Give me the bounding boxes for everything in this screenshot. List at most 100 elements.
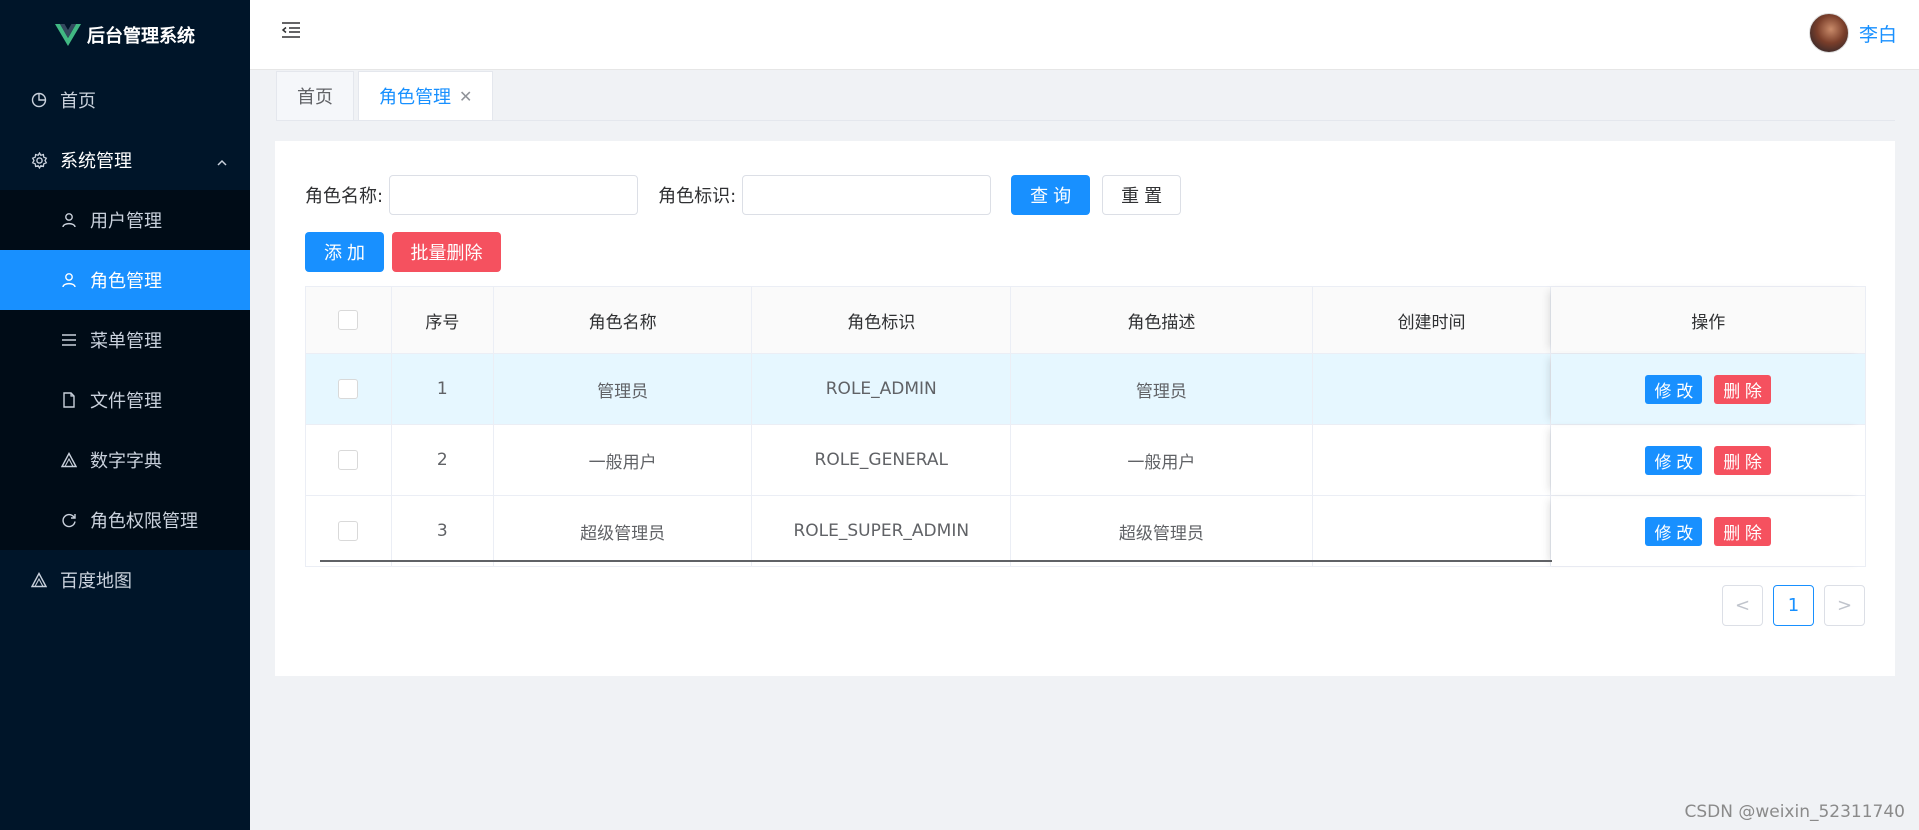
next-page-button[interactable]: > xyxy=(1824,585,1865,626)
user-icon xyxy=(60,211,78,229)
sidebar-item-files[interactable]: 文件管理 xyxy=(0,370,250,430)
add-button[interactable]: 添 加 xyxy=(305,232,384,272)
row-select-cell xyxy=(306,354,392,424)
fold-menu-icon[interactable] xyxy=(280,19,302,41)
column-header: 操作 xyxy=(1551,287,1865,353)
edit-button[interactable]: 修 改 xyxy=(1645,445,1703,475)
table-header-row: 序号 角色名称 角色标识 角色描述 创建时间 操作 xyxy=(306,287,1865,354)
search-form: 角色名称: 角色标识: 查 询 重 置 xyxy=(305,175,1182,215)
sidebar: 后台管理系统 首页 系统管理 用户管理 角色管理 菜单管理 文件管理 数字字典 … xyxy=(0,0,250,830)
vue-logo-icon xyxy=(55,24,81,46)
sidebar-item-label: 用户管理 xyxy=(90,211,162,232)
pie-chart-icon xyxy=(30,91,48,109)
cell-index: 2 xyxy=(392,425,494,495)
tab-home[interactable]: 首页 xyxy=(276,71,354,120)
column-header: 序号 xyxy=(391,287,494,353)
reset-button[interactable]: 重 置 xyxy=(1102,175,1182,215)
sidebar-item-system[interactable]: 系统管理 xyxy=(0,130,250,190)
user-menu[interactable]: 李白 xyxy=(1808,13,1897,53)
table-row[interactable]: 3 超级管理员 ROLE_SUPER_ADMIN 超级管理员 修 改 删 除 xyxy=(306,496,1865,566)
role-key-label: 角色标识: xyxy=(658,186,737,207)
refresh-icon xyxy=(60,511,78,529)
table-row[interactable]: 2 一般用户 ROLE_GENERAL 一般用户 修 改 删 除 xyxy=(306,425,1865,496)
sidebar-item-home[interactable]: 首页 xyxy=(0,70,250,130)
tab-label: 首页 xyxy=(297,87,333,108)
cell-role-desc: 超级管理员 xyxy=(1011,496,1313,566)
cell-actions: 修 改 删 除 xyxy=(1551,425,1865,495)
avatar[interactable] xyxy=(1808,13,1849,53)
cell-actions: 修 改 删 除 xyxy=(1551,496,1865,566)
app-title: 后台管理系统 xyxy=(87,26,195,47)
column-header: 角色描述 xyxy=(1011,287,1313,353)
sidebar-item-label: 系统管理 xyxy=(60,151,132,172)
sidebar-item-label: 菜单管理 xyxy=(90,331,162,352)
cell-created-time xyxy=(1312,354,1552,424)
username[interactable]: 李白 xyxy=(1859,20,1897,47)
select-all-cell xyxy=(306,287,392,353)
user-icon xyxy=(60,271,78,289)
role-name-label: 角色名称: xyxy=(305,186,384,207)
sidebar-item-label: 首页 xyxy=(60,91,96,112)
prev-page-button[interactable]: < xyxy=(1722,585,1763,626)
cell-role-name: 一般用户 xyxy=(494,425,753,495)
table-row[interactable]: 1 管理员 ROLE_ADMIN 管理员 修 改 删 除 xyxy=(306,354,1865,425)
cell-index: 1 xyxy=(391,354,494,424)
sidebar-item-label: 角色管理 xyxy=(90,271,162,292)
sidebar-item-role-permissions[interactable]: 角色权限管理 xyxy=(0,490,250,550)
page-number[interactable]: 1 xyxy=(1773,585,1814,626)
triangle-icon xyxy=(60,451,78,469)
row-checkbox[interactable] xyxy=(338,450,359,470)
chevron-up-icon xyxy=(216,153,228,174)
sidebar-item-baidu-map[interactable]: 百度地图 xyxy=(0,550,250,610)
sidebar-item-label: 百度地图 xyxy=(60,571,132,592)
cell-role-key: ROLE_GENERAL xyxy=(752,425,1012,495)
sidebar-item-label: 数字字典 xyxy=(90,451,162,472)
column-header: 角色名称 xyxy=(493,287,753,353)
cell-role-name: 管理员 xyxy=(493,354,753,424)
tab-label: 角色管理 xyxy=(379,87,451,108)
role-table: 序号 角色名称 角色标识 角色描述 创建时间 操作 1 管理员 ROLE_ADM… xyxy=(305,286,1866,567)
query-button[interactable]: 查 询 xyxy=(1011,175,1091,215)
row-checkbox[interactable] xyxy=(338,521,359,541)
pagination: < 1 > xyxy=(1722,585,1865,626)
row-select-cell xyxy=(306,496,392,566)
cell-role-key: ROLE_ADMIN xyxy=(752,354,1012,424)
main-panel: 角色名称: 角色标识: 查 询 重 置 添 加 批量删除 序号 角色名称 角色标… xyxy=(275,141,1895,676)
delete-button[interactable]: 删 除 xyxy=(1714,445,1771,475)
row-select-cell xyxy=(306,425,392,495)
sidebar-item-menus[interactable]: 菜单管理 xyxy=(0,310,250,370)
close-icon[interactable]: ✕ xyxy=(459,87,472,106)
cell-role-desc: 一般用户 xyxy=(1011,425,1313,495)
delete-button[interactable]: 删 除 xyxy=(1714,516,1771,546)
cell-created-time xyxy=(1313,425,1552,495)
tab-role-management[interactable]: 角色管理 ✕ xyxy=(358,71,494,120)
top-header: 李白 xyxy=(250,0,1919,70)
edit-button[interactable]: 修 改 xyxy=(1645,516,1703,546)
cell-actions: 修 改 删 除 xyxy=(1551,354,1865,424)
role-key-input[interactable] xyxy=(742,175,992,215)
horizontal-scrollbar[interactable] xyxy=(320,560,1552,562)
cell-role-desc: 管理员 xyxy=(1011,354,1313,424)
cell-index: 3 xyxy=(392,496,494,566)
edit-button[interactable]: 修 改 xyxy=(1645,374,1703,404)
document-icon xyxy=(60,391,78,409)
delete-button[interactable]: 删 除 xyxy=(1714,374,1771,404)
sidebar-item-roles[interactable]: 角色管理 xyxy=(0,250,250,310)
sidebar-item-users[interactable]: 用户管理 xyxy=(0,190,250,250)
batch-delete-button[interactable]: 批量删除 xyxy=(392,232,501,272)
list-icon xyxy=(60,331,78,349)
column-header: 创建时间 xyxy=(1312,287,1552,353)
cell-role-name: 超级管理员 xyxy=(494,496,753,566)
sidebar-item-dict[interactable]: 数字字典 xyxy=(0,430,250,490)
row-checkbox[interactable] xyxy=(338,379,359,399)
column-header: 角色标识 xyxy=(752,287,1012,353)
gear-icon xyxy=(30,151,48,169)
role-name-input[interactable] xyxy=(389,175,639,215)
watermark: CSDN @weixin_52311740 xyxy=(1684,802,1905,822)
select-all-checkbox[interactable] xyxy=(338,310,359,330)
sidebar-item-label: 角色权限管理 xyxy=(90,511,198,532)
cell-created-time xyxy=(1313,496,1552,566)
cell-role-key: ROLE_SUPER_ADMIN xyxy=(752,496,1012,566)
sidebar-item-label: 文件管理 xyxy=(90,391,162,412)
tab-bar: 首页 角色管理 ✕ xyxy=(276,71,1895,121)
